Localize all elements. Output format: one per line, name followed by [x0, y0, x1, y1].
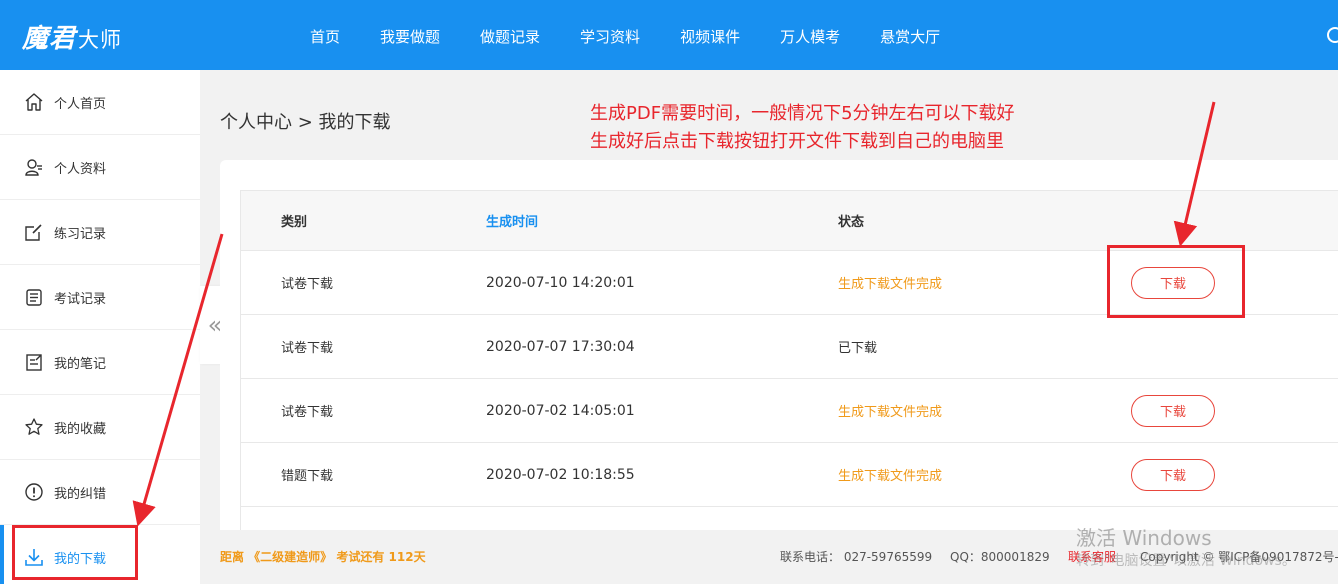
nav-item-practice[interactable]: 我要做题 — [360, 0, 460, 70]
sidebar-item-favorites[interactable]: 我的收藏 — [0, 395, 200, 460]
download-button[interactable]: 下载 — [1131, 394, 1215, 427]
exam-countdown: 距离 《二级建造师》 考试还有 112天 — [220, 550, 426, 564]
sidebar-item-profile[interactable]: 个人资料 — [0, 135, 200, 200]
row-status: 已下载 — [838, 341, 878, 356]
table-header: 类别 生成时间 状态 — [241, 191, 1338, 251]
edit-icon — [25, 224, 42, 241]
row-time: 2020-07-07 17:30:04 — [486, 338, 635, 355]
row-category: 试卷下载 — [281, 341, 334, 356]
row-time: 2020-07-02 10:18:55 — [486, 466, 635, 483]
sidebar-item-label: 个人资料 — [54, 161, 107, 177]
row-status: 生成下载文件完成 — [838, 469, 943, 484]
row-time: 2020-07-10 14:20:01 — [486, 274, 635, 291]
highlight-box-download — [1107, 245, 1245, 318]
row-category: 试卷下载 — [281, 405, 334, 420]
sidebar-item-label: 个人首页 — [54, 96, 107, 112]
table-row: 错题下载 2020-07-02 10:18:55 生成下载文件完成 下载 — [241, 443, 1338, 507]
downloads-panel: 类别 生成时间 状态 试卷下载 2020-07-10 14:20:01 生成下载… — [220, 160, 1338, 530]
annotation-note: 生成PDF需要时间，一般情况下5分钟左右可以下载好 生成好后点击下载按钮打开文件… — [590, 100, 1015, 156]
column-header-time[interactable]: 生成时间 — [486, 191, 538, 250]
sidebar-item-label: 我的收藏 — [54, 421, 107, 437]
logo-small-text: 大师 — [78, 28, 123, 52]
sidebar-item-label: 练习记录 — [54, 226, 107, 242]
annotation-line: 生成好后点击下载按钮打开文件下载到自己的电脑里 — [590, 131, 1004, 152]
nav-item-materials[interactable]: 学习资料 — [560, 0, 660, 70]
windows-watermark-title: 激活 Windows — [1076, 526, 1212, 550]
row-action: 下载 — [1131, 379, 1215, 442]
sidebar-item-corrections[interactable]: 我的纠错 — [0, 460, 200, 525]
top-header: 魔君大师 首页 我要做题 做题记录 学习资料 视频课件 万人模考 悬赏大厅 — [0, 0, 1338, 70]
row-status: 生成下载文件完成 — [838, 405, 943, 420]
note-icon — [26, 354, 42, 371]
breadcrumb: 个人中心 > 我的下载 — [220, 112, 391, 133]
windows-watermark-subtitle: 转到"电脑设置"以激活 Windows。 — [1076, 553, 1296, 569]
logo-main-text: 魔君 — [22, 24, 77, 54]
nav-item-bounty[interactable]: 悬赏大厅 — [860, 0, 960, 70]
alert-icon — [25, 483, 43, 501]
sidebar-item-label: 我的笔记 — [54, 356, 107, 372]
sidebar-item-label: 我的纠错 — [54, 486, 107, 502]
download-button[interactable]: 下载 — [1131, 458, 1215, 491]
document-icon — [26, 289, 42, 306]
profile-icon — [25, 159, 42, 176]
row-category: 试卷下载 — [281, 277, 334, 292]
table-row: 试卷下载 2020-07-02 14:05:01 生成下载文件完成 下载 — [241, 379, 1338, 443]
nav-item-videos[interactable]: 视频课件 — [660, 0, 760, 70]
contact-qq: QQ：800001829 — [950, 550, 1050, 564]
sidebar-item-label: 考试记录 — [54, 291, 107, 307]
column-header-status: 状态 — [838, 215, 865, 230]
downloads-table: 类别 生成时间 状态 试卷下载 2020-07-10 14:20:01 生成下载… — [240, 190, 1338, 530]
sidebar-item-practice-records[interactable]: 练习记录 — [0, 200, 200, 265]
nav-item-mock-exam[interactable]: 万人模考 — [760, 0, 860, 70]
site-logo[interactable]: 魔君大师 — [22, 18, 122, 55]
star-icon — [25, 418, 43, 435]
table-row: 试卷下载 2020-07-07 17:30:04 已下载 — [241, 315, 1338, 379]
main-nav: 首页 我要做题 做题记录 学习资料 视频课件 万人模考 悬赏大厅 — [290, 0, 960, 70]
contact-phone: 联系电话： 027-59765599 — [780, 550, 933, 564]
sidebar-item-notes[interactable]: 我的笔记 — [0, 330, 200, 395]
sidebar: 个人首页 个人资料 练习记录 考试记录 我的笔记 我的收藏 我的纠错 我的下载 — [0, 70, 200, 584]
search-icon[interactable] — [1326, 26, 1338, 46]
highlight-box-sidebar — [12, 525, 138, 580]
column-header-category: 类别 — [281, 215, 308, 230]
row-status: 生成下载文件完成 — [838, 277, 943, 292]
sidebar-item-exam-records[interactable]: 考试记录 — [0, 265, 200, 330]
sidebar-item-home[interactable]: 个人首页 — [0, 70, 200, 135]
nav-item-records[interactable]: 做题记录 — [460, 0, 560, 70]
annotation-line: 生成PDF需要时间，一般情况下5分钟左右可以下载好 — [590, 103, 1015, 124]
row-category: 错题下载 — [281, 469, 334, 484]
home-icon — [25, 93, 43, 111]
row-action: 下载 — [1131, 443, 1215, 506]
row-time: 2020-07-02 14:05:01 — [486, 402, 635, 419]
nav-item-home[interactable]: 首页 — [290, 0, 360, 70]
